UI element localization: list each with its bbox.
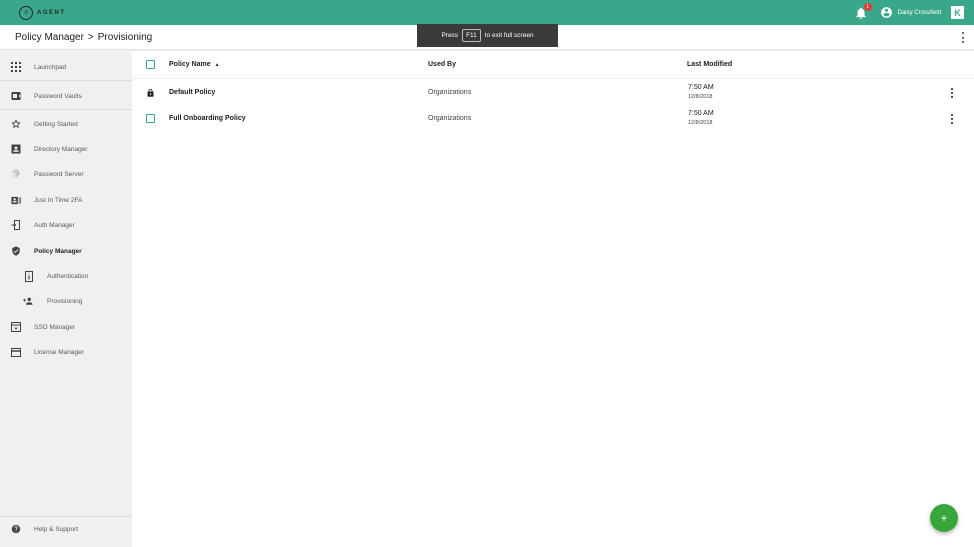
sidebar-item-policy-manager[interactable]: Policy Manager: [0, 241, 132, 261]
table-row[interactable]: Full Onboarding Policy Organizations 7:5…: [132, 106, 974, 132]
column-header-policy-name[interactable]: Policy Name ▲: [169, 61, 220, 68]
sidebar-item-label: Provisioning: [47, 297, 83, 305]
sidebar-item-label: Just In Time 2FA: [34, 196, 83, 204]
modified-date: 12/8/2018: [688, 120, 713, 126]
user-name[interactable]: Daisy Crossfield: [898, 10, 941, 16]
table-header: Policy Name ▲ Used By Last Modified: [132, 51, 974, 79]
modified-date: 12/8/2018: [688, 94, 713, 100]
used-by: Organizations: [428, 89, 472, 96]
credit-card-icon: [11, 347, 21, 357]
notifications-button[interactable]: 1: [854, 2, 872, 20]
contact-card-icon: [11, 144, 21, 154]
help-icon: [11, 524, 21, 534]
used-by: Organizations: [428, 115, 472, 122]
grid-icon: [11, 62, 21, 72]
toast-suffix: to exit full screen: [484, 32, 534, 39]
sidebar-item-sso-manager[interactable]: SSO Manager: [0, 317, 132, 337]
notification-badge: 1: [863, 2, 872, 11]
modified-time: 7:50 AM: [688, 110, 714, 117]
brand-k-logo[interactable]: K: [951, 6, 964, 19]
toast-prefix: Press: [441, 32, 459, 39]
sidebar-item-label: SSO Manager: [34, 323, 76, 331]
sidebar-item-provisioning[interactable]: Provisioning: [0, 291, 132, 311]
row-more-vert-icon[interactable]: [950, 114, 954, 124]
logo-text: AGENT: [37, 9, 66, 16]
breadcrumb-provisioning: Provisioning: [97, 31, 153, 43]
fingerprint-icon: [11, 169, 21, 179]
help-support-label: Help & Support: [34, 525, 79, 533]
sidebar: Launchpad Password Vaults Getting Starte…: [0, 51, 132, 547]
breadcrumb-separator: >: [87, 31, 94, 43]
lock-icon: [147, 88, 154, 97]
breadcrumb: Policy Manager > Provisioning: [15, 32, 152, 43]
sidebar-item-license-manager[interactable]: License Manager: [0, 342, 132, 362]
sidebar-item-just-in-time-2fa[interactable]: Just In Time 2FA: [0, 190, 132, 210]
help-support-link[interactable]: Help & Support: [0, 519, 132, 539]
add-person-icon: [23, 296, 33, 306]
toast-key: F11: [462, 29, 481, 42]
select-all-checkbox[interactable]: [146, 60, 155, 69]
modified-time: 7:50 AM: [688, 84, 714, 91]
sort-asc-icon: ▲: [214, 62, 220, 68]
login-icon: [11, 220, 21, 230]
agent-logo[interactable]: ≡ AGENT: [19, 5, 66, 20]
logo-mark-icon: ≡: [19, 5, 33, 20]
sidebar-item-label: Password Server: [34, 170, 84, 178]
shield-icon: [11, 246, 21, 256]
sidebar-item-label: Getting Started: [34, 120, 78, 128]
sidebar-item-label: Launchpad: [34, 63, 67, 71]
sidebar-item-label: Authentication: [47, 272, 89, 280]
id-card-icon: [11, 195, 21, 205]
account-circle-icon[interactable]: [880, 6, 893, 19]
policy-name[interactable]: Default Policy: [169, 89, 215, 96]
breadcrumb-policy-manager[interactable]: Policy Manager: [15, 32, 84, 43]
sidebar-item-directory-manager[interactable]: Directory Manager: [0, 139, 132, 159]
phone-info-icon: [24, 270, 34, 282]
policy-name[interactable]: Full Onboarding Policy: [169, 115, 246, 122]
main-content: Policy Name ▲ Used By Last Modified Defa…: [132, 51, 974, 547]
column-header-last-modified[interactable]: Last Modified: [687, 61, 732, 68]
sidebar-item-label: Auth Manager: [34, 221, 75, 229]
sidebar-item-getting-started[interactable]: Getting Started: [0, 114, 132, 134]
browser-icon: [11, 322, 21, 332]
column-header-used-by[interactable]: Used By: [428, 61, 456, 68]
sidebar-item-password-server[interactable]: Password Server: [0, 164, 132, 184]
sidebar-item-label: License Manager: [34, 348, 84, 356]
top-bar: ≡ AGENT 1 Daisy Crossfield K: [0, 0, 974, 25]
sidebar-item-auth-manager[interactable]: Auth Manager: [0, 215, 132, 235]
vault-icon: [11, 91, 21, 101]
sidebar-item-label: Directory Manager: [34, 145, 88, 153]
table-row[interactable]: Default Policy Organizations 7:50 AM 12/…: [132, 80, 974, 106]
sidebar-item-password-vaults[interactable]: Password Vaults: [0, 86, 132, 106]
more-vert-icon[interactable]: [961, 32, 965, 43]
sidebar-item-launchpad[interactable]: Launchpad: [0, 57, 132, 77]
add-policy-button[interactable]: +: [930, 504, 958, 532]
fullscreen-toast: Press F11 to exit full screen: [417, 24, 558, 47]
star-icon: [11, 119, 21, 129]
sidebar-item-label: Password Vaults: [34, 92, 82, 100]
row-more-vert-icon[interactable]: [950, 88, 954, 98]
sidebar-item-authentication[interactable]: Authentication: [0, 266, 132, 286]
row-checkbox[interactable]: [146, 114, 155, 123]
sidebar-item-label: Policy Manager: [34, 247, 82, 255]
